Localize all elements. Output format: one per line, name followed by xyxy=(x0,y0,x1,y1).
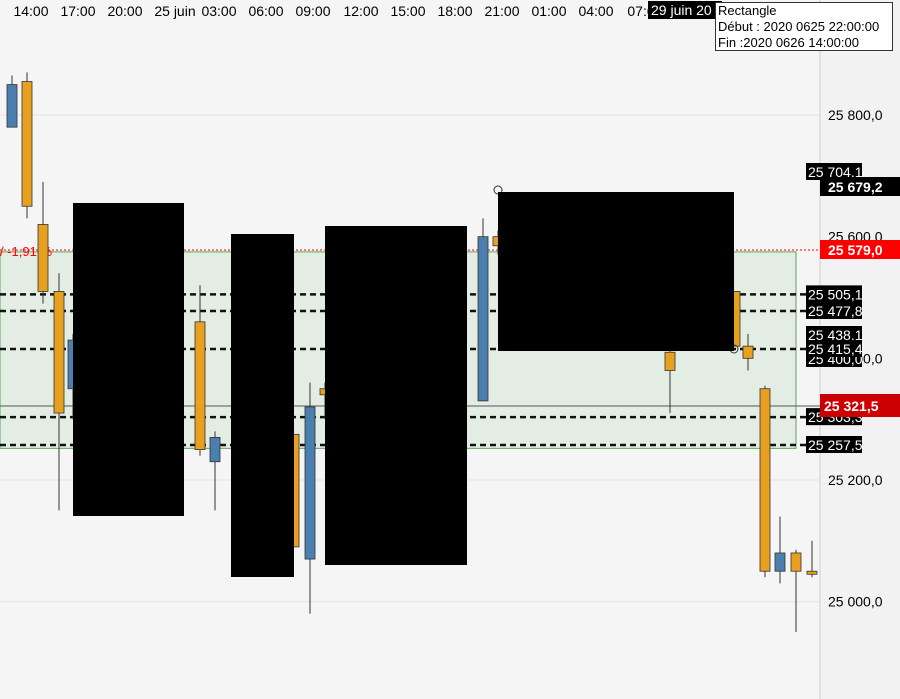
tooltip-end: Fin :2020 0626 14:00:00 xyxy=(718,35,859,50)
last-price-tag: 25 679,2 xyxy=(828,179,883,195)
price-tick-label: 25 200,0 xyxy=(828,472,883,488)
redaction-box xyxy=(73,203,184,516)
time-label: 09:00 xyxy=(295,3,330,19)
level-tag: 25 477,8 xyxy=(808,303,863,319)
time-axis: 14:00 17:00 20:00 25 juin 03:00 06:00 09:00 12:… xyxy=(13,1,738,19)
tooltip-title: Rectangle xyxy=(718,3,777,18)
time-label: 04:00 xyxy=(578,3,613,19)
time-label: 17:00 xyxy=(60,3,95,19)
price-tick-label: 25 800,0 xyxy=(828,107,883,123)
time-label: 21:00 xyxy=(484,3,519,19)
candle-body xyxy=(742,345,754,359)
candle-body xyxy=(304,406,316,560)
level-tag: 25 257,5 xyxy=(808,437,863,453)
candle-body xyxy=(759,388,771,572)
level-tag: 25 505,1 xyxy=(808,286,863,302)
candle-body xyxy=(6,84,18,128)
time-label: 14:00 xyxy=(13,3,48,19)
redaction-box xyxy=(231,234,294,577)
time-label: 01:00 xyxy=(531,3,566,19)
candle-body xyxy=(477,236,489,402)
candle-body xyxy=(209,436,221,463)
price-chart[interactable]: 14:00 17:00 20:00 25 juin 03:00 06:00 09:00 12:… xyxy=(0,0,900,699)
alert-price-tag: 25 579,0 xyxy=(828,242,883,258)
candle-body xyxy=(774,552,786,572)
redaction-box xyxy=(325,226,467,565)
redaction-box xyxy=(498,192,734,351)
time-label: 18:00 xyxy=(437,3,472,19)
tooltip-start: Début : 2020 0625 22:00:00 xyxy=(718,19,880,34)
level-tag: 25 415,4 xyxy=(808,341,863,357)
candle-body xyxy=(790,552,802,572)
candle-body xyxy=(194,321,206,450)
time-label: 20:00 xyxy=(107,3,142,19)
rectangle-tooltip: Rectangle Début : 2020 0625 22:00:00 Fin… xyxy=(715,2,893,51)
price-tick-label: 25 000,0 xyxy=(828,594,883,610)
time-label: 15:00 xyxy=(390,3,425,19)
time-label: 12:00 xyxy=(343,3,378,19)
current-time-label: 29 juin 20 xyxy=(651,2,712,18)
time-label: 06:00 xyxy=(248,3,283,19)
current-price-tag: 25 321,5 xyxy=(824,398,879,414)
time-label: 25 juin xyxy=(154,3,195,19)
candle-body xyxy=(37,224,49,292)
candle-body xyxy=(664,351,676,371)
candle-body xyxy=(21,81,33,207)
candle-body xyxy=(806,570,818,575)
time-label: 03:00 xyxy=(201,3,236,19)
candle-body xyxy=(53,291,65,414)
